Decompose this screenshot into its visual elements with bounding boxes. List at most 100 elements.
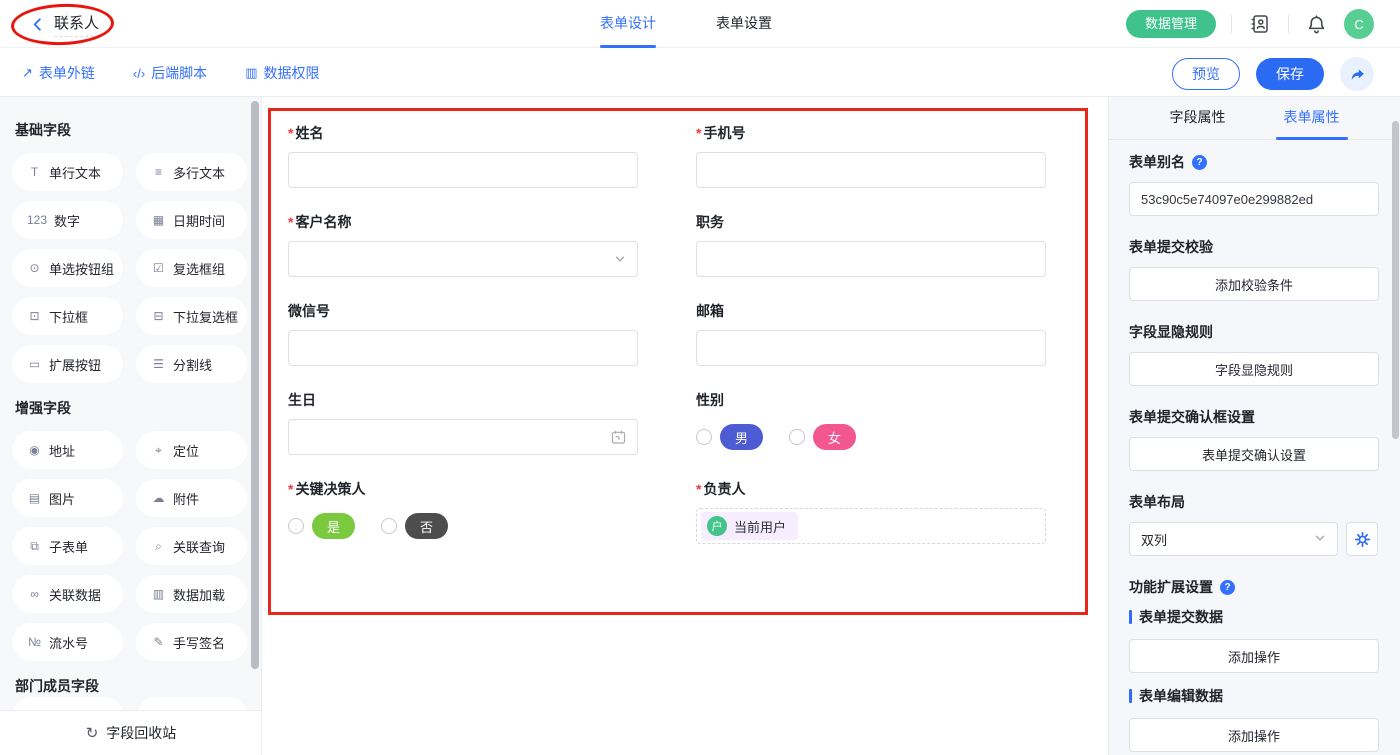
tab-form-design[interactable]: 表单设计 [600, 0, 656, 48]
field-type-label: 扩展按钮 [49, 355, 101, 374]
field-input-job-title[interactable] [696, 241, 1046, 277]
field-visibility-rules-button[interactable]: 字段显隐规则 [1129, 352, 1379, 386]
submit-data-button[interactable]: 添加操作 [1129, 639, 1379, 673]
field-type-address[interactable]: ◉地址 [12, 431, 123, 469]
canvas-field-gender[interactable]: 性别男女 [696, 390, 1046, 455]
number-icon: 123 [27, 213, 47, 227]
field-date-birthday[interactable] [288, 419, 638, 455]
header-tabs: 表单设计 表单设置 [600, 0, 772, 48]
canvas-field-key-decision-maker[interactable]: *关键决策人是否 [288, 479, 638, 544]
data-permission-label: 数据权限 [263, 63, 319, 83]
help-icon[interactable]: ? [1220, 580, 1235, 595]
divider-icon: ☰ [151, 357, 166, 371]
panel-group-label: 表单别名? [1129, 152, 1378, 172]
help-icon[interactable]: ? [1192, 155, 1207, 170]
field-input-wechat[interactable] [288, 330, 638, 366]
contact-book-icon[interactable] [1247, 11, 1273, 37]
canvas-field-birthday[interactable]: 生日 [288, 390, 638, 455]
data-permission-link[interactable]: ▥数据权限 [245, 63, 319, 83]
field-type-location[interactable]: ⌖定位 [136, 431, 247, 469]
field-type-multi-select[interactable]: ⊟下拉复选框 [136, 297, 247, 335]
field-type-linked-query[interactable]: ⌕关联查询 [136, 527, 247, 565]
extend-button-icon: ▭ [27, 357, 42, 371]
field-type-subform[interactable]: ⧉子表单 [12, 527, 123, 565]
canvas-field-customer-name[interactable]: *客户名称 [288, 212, 638, 277]
radio-option-否[interactable]: 否 [381, 513, 448, 539]
field-type-label: 日期时间 [173, 211, 225, 230]
field-recycle-bin-button[interactable]: ↻ 字段回收站 [0, 710, 262, 755]
field-input-mobile[interactable] [696, 152, 1046, 188]
radio-option-女[interactable]: 女 [789, 424, 856, 450]
radio-icon[interactable] [789, 429, 805, 445]
panel-group-label: 表单提交确认框设置 [1129, 407, 1378, 427]
field-usertag-owner[interactable]: 户当前用户 [696, 508, 1046, 544]
canvas-field-job-title[interactable]: 职务 [696, 212, 1046, 277]
field-type-single-text[interactable]: T单行文本 [12, 153, 123, 191]
back-button[interactable]: 联系人 [30, 12, 99, 37]
field-input-name[interactable] [288, 152, 638, 188]
field-type-number[interactable]: 123数字 [12, 201, 123, 239]
radio-icon[interactable] [288, 518, 304, 534]
gear-icon[interactable] [1346, 522, 1378, 556]
field-type-select[interactable]: ⊡下拉框 [12, 297, 123, 335]
submit-validation-button[interactable]: 添加校验条件 [1129, 267, 1379, 301]
option-pill: 否 [405, 513, 448, 539]
field-type-label: 关联查询 [173, 537, 225, 556]
panel-group-label: 功能扩展设置? [1129, 577, 1378, 597]
field-type-linked-data[interactable]: ∞关联数据 [12, 575, 123, 613]
option-pill: 是 [312, 513, 355, 539]
radio-option-男[interactable]: 男 [696, 424, 763, 450]
canvas-field-name[interactable]: *姓名 [288, 123, 638, 188]
field-type-label: 复选框组 [173, 259, 225, 278]
radio-icon[interactable] [381, 518, 397, 534]
field-select-customer-name[interactable] [288, 241, 638, 277]
sidebar-scrollbar[interactable] [251, 101, 259, 669]
field-label: *客户名称 [288, 212, 638, 232]
panel-label-text: 字段显隐规则 [1129, 322, 1213, 342]
form-design-canvas[interactable]: *姓名*手机号*客户名称职务微信号邮箱生日性别男女*关键决策人是否*负责人户当前… [263, 97, 1108, 755]
share-icon[interactable] [1340, 57, 1374, 91]
field-type-label: 数据加载 [173, 585, 225, 604]
form-layout-select[interactable]: 双列 [1129, 522, 1338, 556]
checkbox-group-icon: ☑ [151, 261, 166, 275]
field-type-signature[interactable]: ✎手写签名 [136, 623, 247, 661]
save-button[interactable]: 保存 [1256, 58, 1324, 90]
bell-icon[interactable] [1304, 12, 1329, 37]
field-type-radio-group[interactable]: ⊙ 单选按钮组 [12, 249, 123, 287]
multi-select-icon: ⊟ [151, 309, 166, 323]
field-type-extend-button[interactable]: ▭ 扩展按钮 [12, 345, 123, 383]
canvas-field-owner[interactable]: *负责人户当前用户 [696, 479, 1046, 544]
window-scrollbar[interactable] [1392, 121, 1399, 439]
form-alias-input[interactable]: 53c90c5e74097e0e299882ed [1129, 182, 1379, 216]
canvas-field-email[interactable]: 邮箱 [696, 301, 1046, 366]
field-type-checkbox-group[interactable]: ☑ 复选框组 [136, 249, 247, 287]
submit-confirm-setting-button[interactable]: 表单提交确认设置 [1129, 437, 1379, 471]
tab-form-settings[interactable]: 表单设置 [716, 0, 772, 48]
field-type-image[interactable]: ▤图片 [12, 479, 123, 517]
subform-icon: ⧉ [27, 539, 42, 554]
panel-group-submit-confirm-setting: 表单提交确认框设置表单提交确认设置 [1129, 407, 1378, 471]
tab-field-props[interactable]: 字段属性 [1168, 97, 1228, 140]
edit-data-button[interactable]: 添加操作 [1129, 718, 1379, 752]
backend-script-link[interactable]: ‹/›后端脚本 [133, 63, 207, 83]
field-type-data-load[interactable]: ▥数据加载 [136, 575, 247, 613]
form-external-link-link[interactable]: ↗表单外链 [22, 63, 95, 83]
sidebar-section-title: 增强字段 [15, 398, 247, 418]
tab-form-props[interactable]: 表单属性 [1282, 97, 1342, 140]
radio-group-icon: ⊙ [27, 261, 42, 275]
radio-icon[interactable] [696, 429, 712, 445]
canvas-field-wechat[interactable]: 微信号 [288, 301, 638, 366]
field-type-datetime[interactable]: ▦ 日期时间 [136, 201, 247, 239]
field-type-label: 单选按钮组 [49, 259, 114, 278]
datetime-icon: ▦ [151, 213, 166, 227]
field-type-multi-text[interactable]: ≡多行文本 [136, 153, 247, 191]
preview-button[interactable]: 预览 [1172, 58, 1240, 90]
user-avatar[interactable]: C [1344, 9, 1374, 39]
field-type-divider[interactable]: ☰分割线 [136, 345, 247, 383]
field-type-attachment[interactable]: ☁附件 [136, 479, 247, 517]
field-type-serial-number[interactable]: №流水号 [12, 623, 123, 661]
radio-option-是[interactable]: 是 [288, 513, 355, 539]
field-input-email[interactable] [696, 330, 1046, 366]
canvas-field-mobile[interactable]: *手机号 [696, 123, 1046, 188]
data-manage-button[interactable]: 数据管理 [1126, 10, 1216, 38]
